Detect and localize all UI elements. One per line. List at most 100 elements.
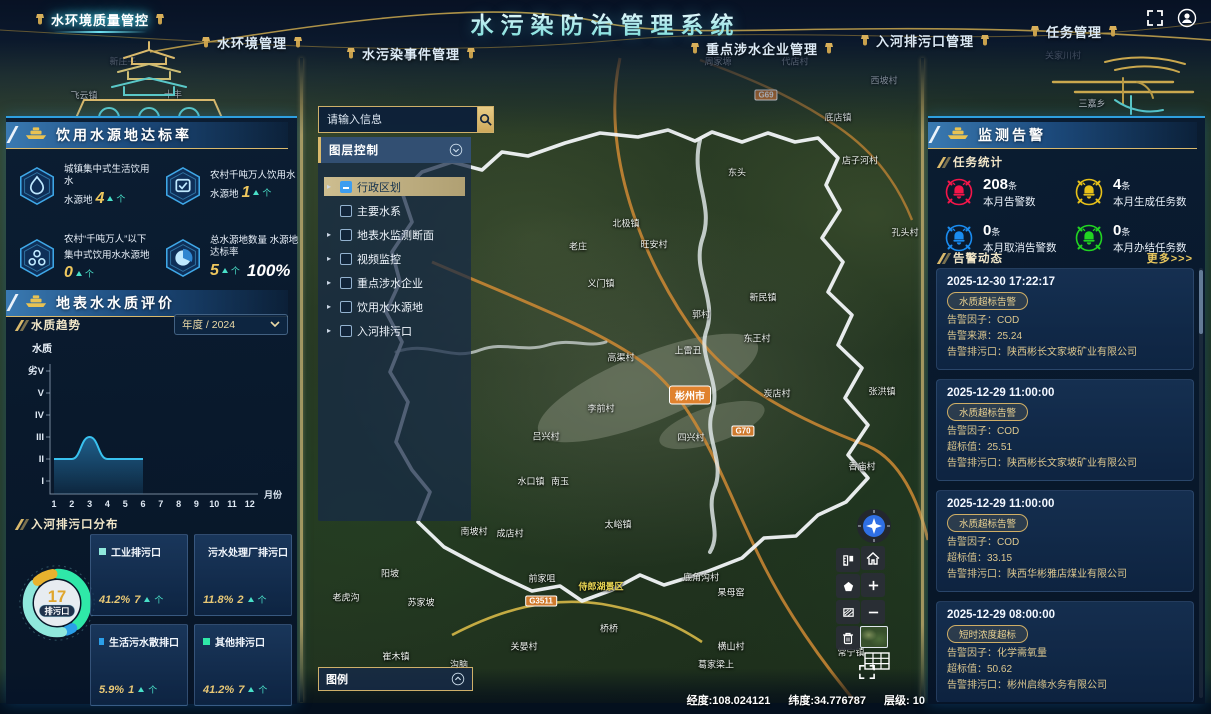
stat-unit: 个 xyxy=(231,264,240,277)
layer-item-主要水系[interactable]: 主要水系 xyxy=(324,201,465,220)
tab-水环境管理[interactable]: 水环境管理 xyxy=(201,33,303,52)
expand-arrow-icon[interactable]: ▸ xyxy=(327,278,335,287)
search-input[interactable] xyxy=(318,106,477,133)
tab-水污染事件管理[interactable]: 水污染事件管理 xyxy=(346,44,476,63)
layer-checkbox[interactable] xyxy=(340,253,352,265)
search-button[interactable] xyxy=(477,106,494,133)
zoom-in-button[interactable] xyxy=(861,573,885,597)
compass-control[interactable] xyxy=(856,508,892,544)
tab-入河排污口管理[interactable]: 入河排污口管理 xyxy=(860,31,990,50)
map-place-label: 旺安村 xyxy=(640,238,667,251)
layer-checkbox[interactable] xyxy=(340,205,352,217)
alert-card[interactable]: 2025-12-29 11:00:00水质超标告警告警因子：COD超标值：33.… xyxy=(936,490,1194,592)
city-badge[interactable]: 彬州市 xyxy=(669,386,711,405)
user-icon[interactable] xyxy=(1177,8,1197,28)
map-place-label: 葛家梁上 xyxy=(698,658,734,671)
legend-bar[interactable]: 图例 xyxy=(318,667,473,691)
latitude-readout: 纬度:34.776787 xyxy=(788,692,866,708)
more-link[interactable]: 更多>>> xyxy=(1147,250,1193,266)
alarm-bell-icon xyxy=(1072,221,1106,255)
tab-label: 任务管理 xyxy=(1046,22,1102,41)
alarm-bell-icon xyxy=(1072,175,1106,209)
alert-time: 2025-12-29 11:00:00 xyxy=(947,498,1183,510)
layer-checkbox[interactable] xyxy=(340,277,352,289)
layer-checkbox[interactable] xyxy=(340,229,352,241)
map-place-label: 西坡村 xyxy=(870,74,897,87)
ship-icon xyxy=(24,292,48,314)
task-stats-subheader: 任务统计 xyxy=(940,154,1003,170)
outlet-unit: 个 xyxy=(258,683,267,696)
measure-area-tool[interactable] xyxy=(836,600,860,624)
layer-checkbox[interactable] xyxy=(340,325,352,337)
tab-任务管理[interactable]: 任务管理 xyxy=(1030,22,1118,41)
outlet-cards: 工业排污口41.2%7个污水处理厂排污口11.8%2个生活污水散排口5.9%1个… xyxy=(90,534,292,706)
layer-item-地表水监测断面[interactable]: ▸ 地表水监测断面 xyxy=(324,225,465,244)
legend-swatch xyxy=(99,548,106,555)
map-place-label: 崔木镇 xyxy=(382,650,409,663)
expand-arrow-icon[interactable]: ▸ xyxy=(327,326,335,335)
stat-sublabel: 集中式饮用水水源地 xyxy=(64,247,150,261)
layer-item-饮用水水源地[interactable]: ▸饮用水水源地 xyxy=(324,297,465,316)
svg-text:7: 7 xyxy=(158,499,163,509)
outlet-name: 其他排污口 xyxy=(215,634,265,649)
tab-label: 重点涉水企业管理 xyxy=(706,39,818,58)
road-badge[interactable]: G70 xyxy=(731,426,754,437)
map-place-label: 吕兴村 xyxy=(532,430,559,443)
alert-card[interactable]: 2025-12-29 08:00:00短时浓度超标告警因子：化学需氧量超标值：5… xyxy=(936,601,1194,702)
alert-detail-line: 告警排污口：陕西彬长文家坡矿业有限公司 xyxy=(947,345,1183,361)
layer-item-重点涉水企业[interactable]: ▸重点涉水企业 xyxy=(324,273,465,292)
layer-panel-header[interactable]: 图层控制 xyxy=(318,137,471,163)
zoom-out-button[interactable] xyxy=(861,600,885,624)
map-place-label: 高渠村 xyxy=(607,351,634,364)
expand-arrow-icon[interactable]: ▸ xyxy=(327,182,335,191)
layer-item-入河排污口[interactable]: ▸ 入河排污口 xyxy=(324,321,465,340)
outlet-percent: 5.9% xyxy=(99,684,124,696)
alert-card[interactable]: 2025-12-30 17:22:17水质超标告警告警因子：COD告警来源：25… xyxy=(936,268,1194,370)
road-badge[interactable]: G3511 xyxy=(525,596,557,607)
road-badge[interactable]: G69 xyxy=(754,90,777,101)
task-stats-label: 任务统计 xyxy=(953,154,1003,170)
chevron-up-circle-icon xyxy=(451,672,465,686)
tab-水环境质量管控[interactable]: 水环境质量管控 xyxy=(35,10,165,29)
page-title: 水污染防治管理系统 xyxy=(471,6,741,40)
layer-item-视频监控[interactable]: ▸视频监控 xyxy=(324,249,465,268)
alert-scrollbar-thumb[interactable] xyxy=(1199,270,1203,334)
layer-checkbox[interactable] xyxy=(340,181,352,193)
section-title: 地表水水质评价 xyxy=(56,293,175,313)
year-select[interactable]: 年度 / 2024 xyxy=(174,314,288,335)
tab-重点涉水企业管理[interactable]: 重点涉水企业管理 xyxy=(690,39,834,58)
legend-title: 图例 xyxy=(326,671,348,687)
map-place-label: 侍郎湖景区 xyxy=(578,580,623,593)
map-fullscreen-icon[interactable] xyxy=(858,664,876,680)
expand-arrow-icon[interactable]: ▸ xyxy=(327,230,335,239)
alert-type-badge: 水质超标告警 xyxy=(947,403,1028,421)
outlets-subheader: 入河排污口分布 xyxy=(18,516,119,532)
layer-label: 地表水监测断面 xyxy=(357,227,434,243)
alert-type-badge: 水质超标告警 xyxy=(947,292,1028,310)
svg-text:I: I xyxy=(41,476,44,487)
tab-label: 入河排污口管理 xyxy=(876,31,974,50)
layer-label: 入河排污口 xyxy=(357,323,412,339)
left-panel: 饮用水源地达标率 城镇集中式生活饮用水水源地4个农村千吨万人饮用水水源地1个农村… xyxy=(6,116,297,704)
gold-lamp-icon xyxy=(293,36,303,49)
home-reset-view-button[interactable] xyxy=(861,546,885,570)
expand-arrow-icon[interactable]: ▸ xyxy=(327,302,335,311)
alert-detail-line: 超标值：50.62 xyxy=(947,662,1183,678)
layer-checkbox[interactable] xyxy=(340,301,352,313)
draw-polygon-tool[interactable] xyxy=(836,574,860,598)
road-yellow-g3511 xyxy=(452,602,702,642)
map-place-label: 东王村 xyxy=(743,332,770,345)
layer-item-行政区划[interactable]: ▸行政区划 xyxy=(324,177,465,196)
up-arrow-icon xyxy=(144,597,150,602)
map-place-label: 南坡村 xyxy=(460,525,487,538)
measure-distance-tool[interactable] xyxy=(836,548,860,572)
tab-label: 水污染事件管理 xyxy=(362,44,460,63)
water-source-stat: 农村千吨万人饮用水水源地1个 xyxy=(162,154,302,218)
city-built-area xyxy=(526,312,770,463)
expand-arrow-icon[interactable]: ▸ xyxy=(327,254,335,263)
alert-card[interactable]: 2025-12-29 11:00:00水质超标告警告警因子：COD超标值：25.… xyxy=(936,379,1194,481)
map-place-label: 义门镇 xyxy=(587,277,614,290)
delete-tool[interactable] xyxy=(836,626,860,650)
basemap-switcher-thumbnail[interactable] xyxy=(860,626,888,648)
fullscreen-icon[interactable] xyxy=(1145,8,1165,28)
